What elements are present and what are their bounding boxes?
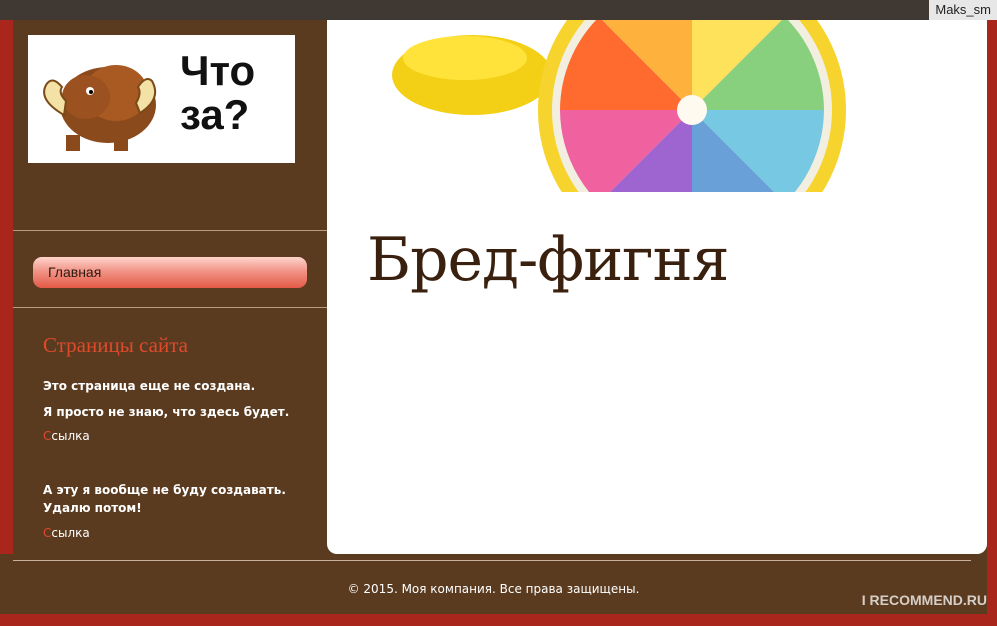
sidebar-divider [13,230,327,231]
page-title: Бред-фигня [367,225,729,295]
menu-item-home[interactable]: Главная [33,257,307,288]
block-text: А эту я вообще не буду создавать. Удалю … [43,483,286,515]
footer-divider [13,560,971,561]
footer: © 2015. Моя компания. Все права защищены… [0,554,987,614]
block-link-1[interactable]: Ссылка [43,429,90,443]
page-container: Что за? Главная Страницы сайта Это стран… [13,20,987,554]
block-text: Я просто не знаю, что здесь будет. [43,405,290,419]
top-bar: Maks_sm [0,0,997,20]
block-link-2[interactable]: Ссылка [43,526,90,540]
main-content: Бред-фигня [327,20,987,554]
site-logo[interactable]: Что за? [28,35,295,163]
section-title: Страницы сайта [43,333,188,357]
sidebar-divider [13,307,327,308]
rainbow-lemon-image [327,20,987,192]
copyright-text: © 2015. Моя компания. Все права защищены… [347,582,640,596]
mammoth-logo [43,65,156,151]
username-label: Maks_sm [929,0,997,20]
block-text: Это страница еще не создана. [43,379,256,393]
logo-text: Что за? [180,47,256,138]
recommend-watermark: I RECOMMEND.RU [861,592,987,608]
sidebar: Что за? Главная Страницы сайта Это стран… [13,20,327,554]
